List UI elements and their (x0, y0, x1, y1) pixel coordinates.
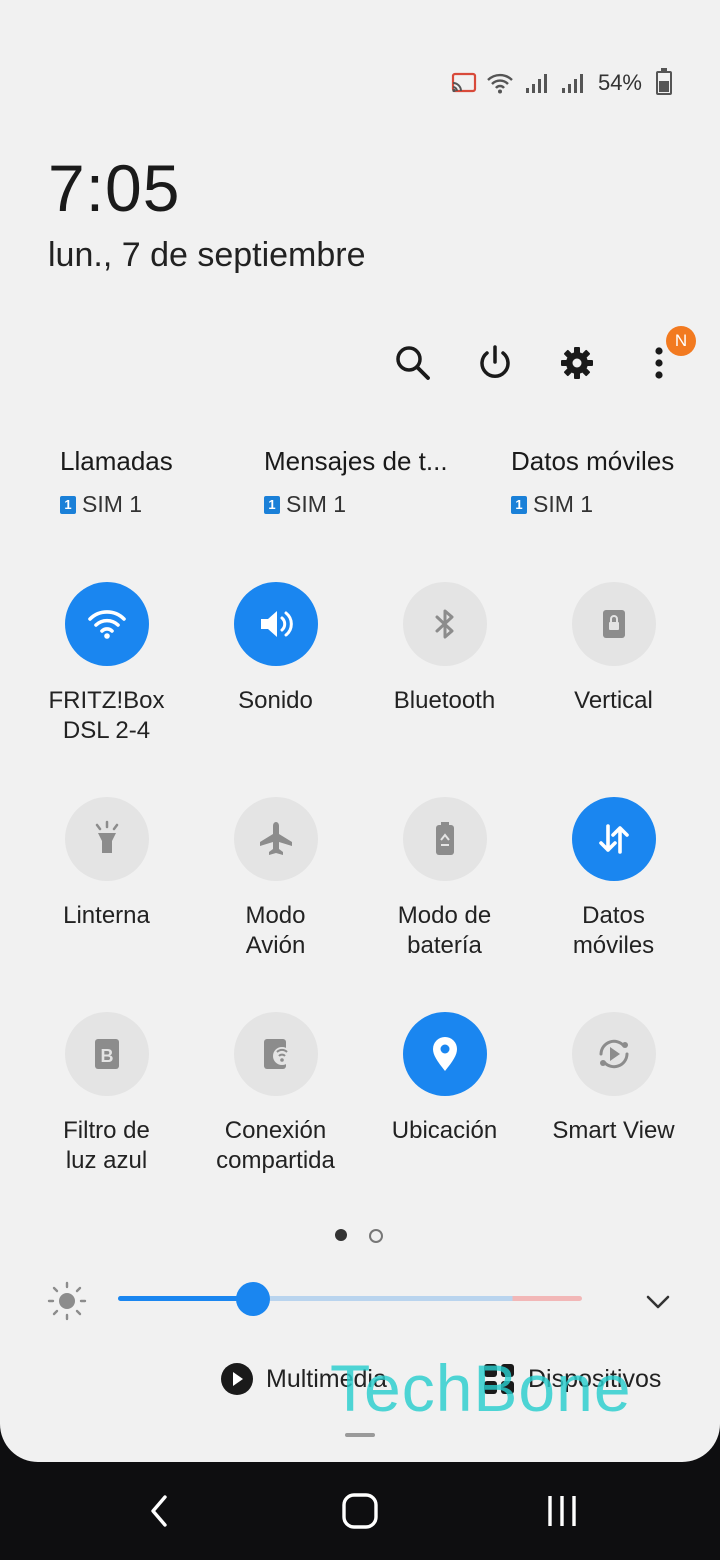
chevron-down-icon[interactable] (640, 1284, 676, 1320)
sim-card-icon: 1 (511, 495, 527, 514)
signal-icon (525, 74, 547, 93)
tile-battery-mode[interactable]: Modo de batería (360, 797, 529, 961)
tile-airplane-label: Modo Avión (245, 902, 306, 959)
back-button[interactable] (130, 1486, 190, 1536)
tile-mobile-data-label: Datos móviles (572, 902, 655, 959)
blue-light-icon: B (94, 1039, 119, 1069)
wifi-icon (487, 73, 513, 94)
recents-icon (548, 1496, 576, 1526)
devices-label: Dispositivos (528, 1364, 662, 1393)
tile-mobile-data[interactable]: Datos móviles (529, 797, 698, 961)
location-icon (432, 1037, 457, 1071)
sim-mobile-data-value: SIM 1 (533, 491, 594, 517)
power-icon (480, 345, 510, 378)
tile-sound-label: Sonido (238, 687, 313, 714)
media-label: Multimedia (266, 1364, 387, 1393)
tile-rotation[interactable]: Vertical (529, 582, 698, 716)
battery-icon (656, 68, 672, 95)
tile-hotspot-label: Conexión compartida (216, 1117, 335, 1174)
devices-icon (484, 1364, 514, 1394)
tile-smart-view[interactable]: Smart View (529, 1012, 698, 1146)
sim-calls[interactable]: Llamadas 1 SIM 1 (60, 446, 173, 518)
media-button[interactable]: Multimedia (220, 1362, 387, 1396)
tile-blue-light-filter[interactable]: B Filtro de luz azul (22, 1012, 191, 1176)
brightness-slider[interactable] (118, 1282, 582, 1316)
tile-battery-mode-label: Modo de batería (397, 902, 492, 959)
tile-rotation-label: Vertical (574, 687, 653, 714)
tile-airplane[interactable]: Modo Avión (191, 797, 360, 961)
sim-messages-title: Mensajes de t... (264, 446, 448, 476)
brightness-icon (47, 1281, 87, 1321)
back-icon (151, 1495, 167, 1527)
header-actions: N (380, 326, 700, 390)
page-dot-active[interactable] (335, 1229, 347, 1241)
tile-wifi[interactable]: FRITZ!Box DSL 2-4 (22, 582, 191, 746)
sim-card-icon: 1 (60, 495, 76, 514)
smart-view-icon (599, 1039, 628, 1069)
mobile-data-icon (598, 824, 629, 854)
airplane-icon (259, 822, 292, 855)
tile-wifi-label: FRITZ!Box DSL 2-4 (48, 687, 165, 744)
home-button[interactable] (330, 1486, 390, 1536)
brightness-control (46, 1280, 676, 1321)
tile-blue-light-label: Filtro de luz azul (63, 1117, 150, 1174)
settings-button[interactable] (554, 340, 600, 386)
sim-selectors: Llamadas 1 SIM 1 Mensajes de t... 1 SIM … (0, 446, 720, 526)
flashlight-icon (95, 820, 118, 853)
tile-location[interactable]: Ubicación (360, 1012, 529, 1146)
home-icon (342, 1493, 378, 1529)
page-indicator (335, 1229, 383, 1243)
more-options-button[interactable]: N (636, 326, 696, 386)
devices-button[interactable]: Dispositivos (482, 1362, 661, 1396)
play-icon (221, 1363, 253, 1395)
battery-mode-icon (435, 822, 454, 855)
tile-flashlight[interactable]: Linterna (22, 797, 191, 931)
cast-icon (451, 72, 477, 93)
quick-settings-panel: 54% 7:05 lun., 7 de septiembre N Llamada… (0, 0, 720, 1462)
settings-icon (561, 347, 593, 379)
sim-messages-value: SIM 1 (286, 491, 347, 517)
status-bar: 54% (450, 66, 672, 100)
notification-badge: N (666, 326, 696, 356)
search-icon (396, 346, 430, 380)
page-dot[interactable] (369, 1229, 383, 1243)
signal-icon (561, 74, 583, 93)
sim-mobile-data-title: Datos móviles (511, 446, 675, 476)
date[interactable]: lun., 7 de septiembre (48, 236, 366, 275)
bluetooth-icon (435, 609, 453, 639)
brightness-fill (118, 1296, 253, 1301)
sound-icon (260, 611, 293, 637)
sim-messages[interactable]: Mensajes de t... 1 SIM 1 (264, 446, 448, 518)
tile-bluetooth-label: Bluetooth (393, 687, 496, 714)
navigation-bar (0, 1462, 720, 1560)
tile-hotspot[interactable]: Conexión compartida (191, 1012, 360, 1176)
drag-handle[interactable] (345, 1433, 375, 1437)
tile-sound[interactable]: Sonido (191, 582, 360, 716)
tile-smart-view-label: Smart View (552, 1117, 675, 1144)
svg-text:B: B (100, 1046, 113, 1066)
search-button[interactable] (390, 340, 436, 386)
hotspot-icon (263, 1039, 291, 1069)
wifi-icon (87, 610, 126, 639)
sim-calls-title: Llamadas (60, 446, 173, 476)
rotation-lock-icon (602, 610, 625, 638)
clock[interactable]: 7:05 (48, 150, 180, 226)
recents-button[interactable] (532, 1486, 592, 1536)
tile-flashlight-label: Linterna (63, 902, 150, 929)
tile-bluetooth[interactable]: Bluetooth (360, 582, 529, 716)
brightness-thumb[interactable] (235, 1282, 270, 1316)
power-button[interactable] (472, 340, 518, 386)
tile-location-label: Ubicación (391, 1117, 498, 1144)
battery-percentage: 54% (597, 70, 642, 95)
sim-calls-value: SIM 1 (82, 491, 143, 517)
sim-card-icon: 1 (264, 495, 280, 514)
sim-mobile-data[interactable]: Datos móviles 1 SIM 1 (511, 446, 674, 518)
